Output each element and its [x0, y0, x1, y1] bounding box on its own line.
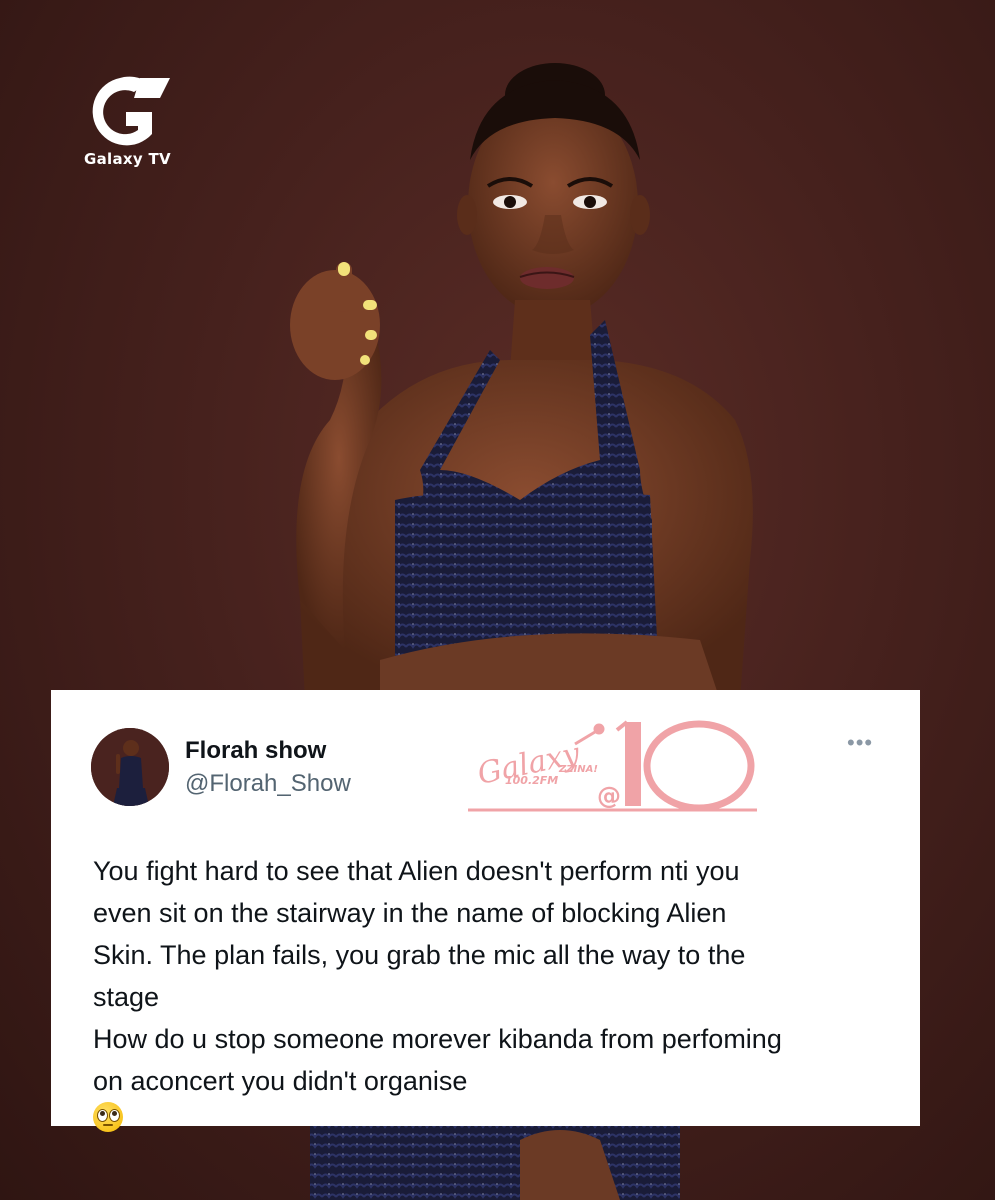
user-handle[interactable]: @Florah_Show: [185, 770, 351, 798]
brand-name: Galaxy TV: [84, 150, 171, 168]
tweet-line: on aconcert you didn't organise: [93, 1066, 468, 1096]
svg-text:ZZINA!: ZZINA!: [558, 764, 598, 775]
more-dots-icon: •••: [847, 730, 874, 755]
galaxy-tv-logo-icon: [92, 76, 170, 146]
galaxy-fm-anniversary-logo-icon: Galaxy 100.2FM ZZINA! @: [468, 720, 757, 812]
avatar[interactable]: [91, 728, 169, 806]
svg-text:100.2FM: 100.2FM: [505, 774, 558, 787]
tweet-line: stage: [93, 982, 160, 1012]
tweet-line-last: on aconcert you didn't organise: [93, 1060, 893, 1132]
tweet-line: even sit on the stairway in the name of …: [93, 898, 727, 928]
post-image: Galaxy TV Florah show @Florah_Show Galax…: [0, 0, 995, 1200]
tweet-card: Florah show @Florah_Show Galaxy 100.2FM …: [51, 690, 920, 1132]
tweet-line: You fight hard to see that Alien doesn't…: [93, 856, 740, 886]
tweet-line: Skin. The plan fails, you grab the mic a…: [93, 940, 746, 970]
avatar-photo: [91, 728, 169, 806]
tweet-text: You fight hard to see that Alien doesn't…: [93, 850, 893, 1132]
more-options-button[interactable]: •••: [847, 730, 873, 756]
face-with-rolling-eyes-icon: [93, 1102, 123, 1132]
display-name[interactable]: Florah show: [185, 737, 326, 765]
svg-text:@: @: [597, 782, 621, 810]
tweet-line: How do u stop someone morever kibanda fr…: [93, 1024, 782, 1054]
